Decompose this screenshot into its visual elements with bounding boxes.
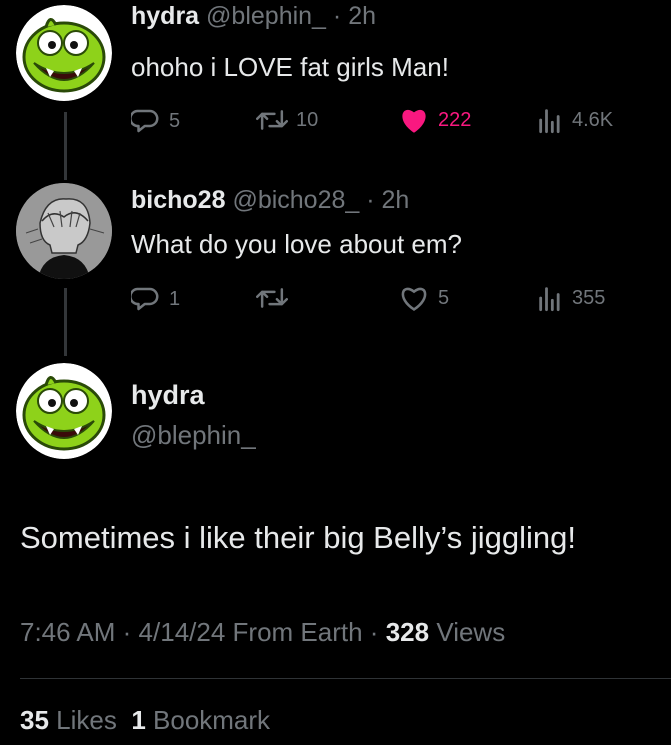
user-handle[interactable]: @bicho28_ — [232, 186, 359, 214]
bookmarks-stat[interactable]: 1 Bookmark — [131, 705, 270, 735]
like-count: 222 — [438, 108, 472, 131]
tweet-text: ohoho i LOVE fat girls Man! — [131, 52, 449, 82]
separator-dot: · — [369, 617, 379, 647]
views-button[interactable]: 355 — [536, 284, 605, 312]
retweet-icon — [256, 288, 288, 308]
date[interactable]: 4/14/24 — [139, 617, 226, 647]
timestamp[interactable]: 7:46 AM — [20, 617, 115, 647]
avatar-hydra[interactable] — [16, 5, 112, 101]
views-count: 328 — [385, 617, 430, 647]
tweet-header: hydra @blephin_ · 2h — [131, 2, 376, 31]
views-icon — [539, 287, 560, 312]
reply-button[interactable]: 1 — [131, 284, 180, 314]
user-handle[interactable]: @blephin_ — [131, 420, 256, 451]
retweet-button[interactable] — [256, 284, 296, 312]
views-button[interactable]: 4.6K — [536, 106, 613, 134]
tweet-text: What do you love about em? — [131, 229, 462, 259]
separator-dot: · — [122, 617, 132, 647]
reply-icon — [131, 287, 159, 311]
display-name[interactable]: hydra — [131, 2, 199, 30]
tweet-text: Sometimes i like their big Belly’s jiggl… — [20, 520, 576, 555]
likes-stat[interactable]: 35 Likes — [20, 705, 117, 735]
views-count: 355 — [572, 286, 606, 309]
views-icon — [539, 109, 560, 134]
timestamp[interactable]: 2h — [382, 186, 410, 214]
reply-icon — [131, 109, 159, 133]
avatar-bicho28[interactable] — [16, 183, 112, 279]
engagement-stats: 35 Likes 1 Bookmark — [20, 705, 270, 736]
sketch-avatar-icon — [16, 183, 112, 279]
display-name[interactable]: bicho28 — [131, 186, 225, 214]
tweet-meta: 7:46 AM · 4/14/24 From Earth · 328 Views — [20, 617, 505, 648]
reply-button[interactable]: 5 — [131, 106, 180, 136]
likes-label: Likes — [56, 705, 117, 735]
bookmarks-count: 1 — [131, 705, 146, 735]
thread-line-2 — [64, 288, 67, 356]
like-button[interactable]: 222 — [398, 106, 471, 134]
views-label: Views — [436, 617, 506, 647]
like-icon — [402, 109, 426, 133]
views-count: 4.6K — [572, 108, 614, 131]
retweet-icon — [256, 110, 288, 130]
action-bar: 1 5 355 — [131, 284, 651, 314]
timestamp[interactable]: 2h — [348, 2, 376, 30]
action-bar: 5 10 222 4.6K — [131, 106, 651, 136]
reply-count: 5 — [169, 109, 181, 132]
retweet-count: 10 — [296, 108, 319, 131]
retweet-button[interactable]: 10 — [256, 106, 318, 134]
bookmarks-label: Bookmark — [153, 705, 271, 735]
source: From Earth — [232, 617, 363, 647]
avatar-hydra-main[interactable] — [16, 363, 112, 459]
tweet-header: bicho28 @bicho28_ · 2h — [131, 186, 409, 215]
divider — [20, 678, 671, 679]
user-handle[interactable]: @blephin_ — [206, 2, 326, 30]
separator-dot: · — [366, 186, 375, 214]
like-icon — [401, 287, 427, 311]
like-button[interactable]: 5 — [398, 284, 449, 312]
thread-line-1 — [64, 112, 67, 180]
om-nom-avatar-icon — [16, 5, 112, 101]
like-count: 5 — [438, 286, 450, 309]
om-nom-avatar-icon — [16, 363, 112, 459]
display-name[interactable]: hydra — [131, 380, 205, 411]
likes-count: 35 — [20, 705, 49, 735]
separator-dot: · — [332, 2, 342, 30]
reply-count: 1 — [169, 287, 181, 310]
